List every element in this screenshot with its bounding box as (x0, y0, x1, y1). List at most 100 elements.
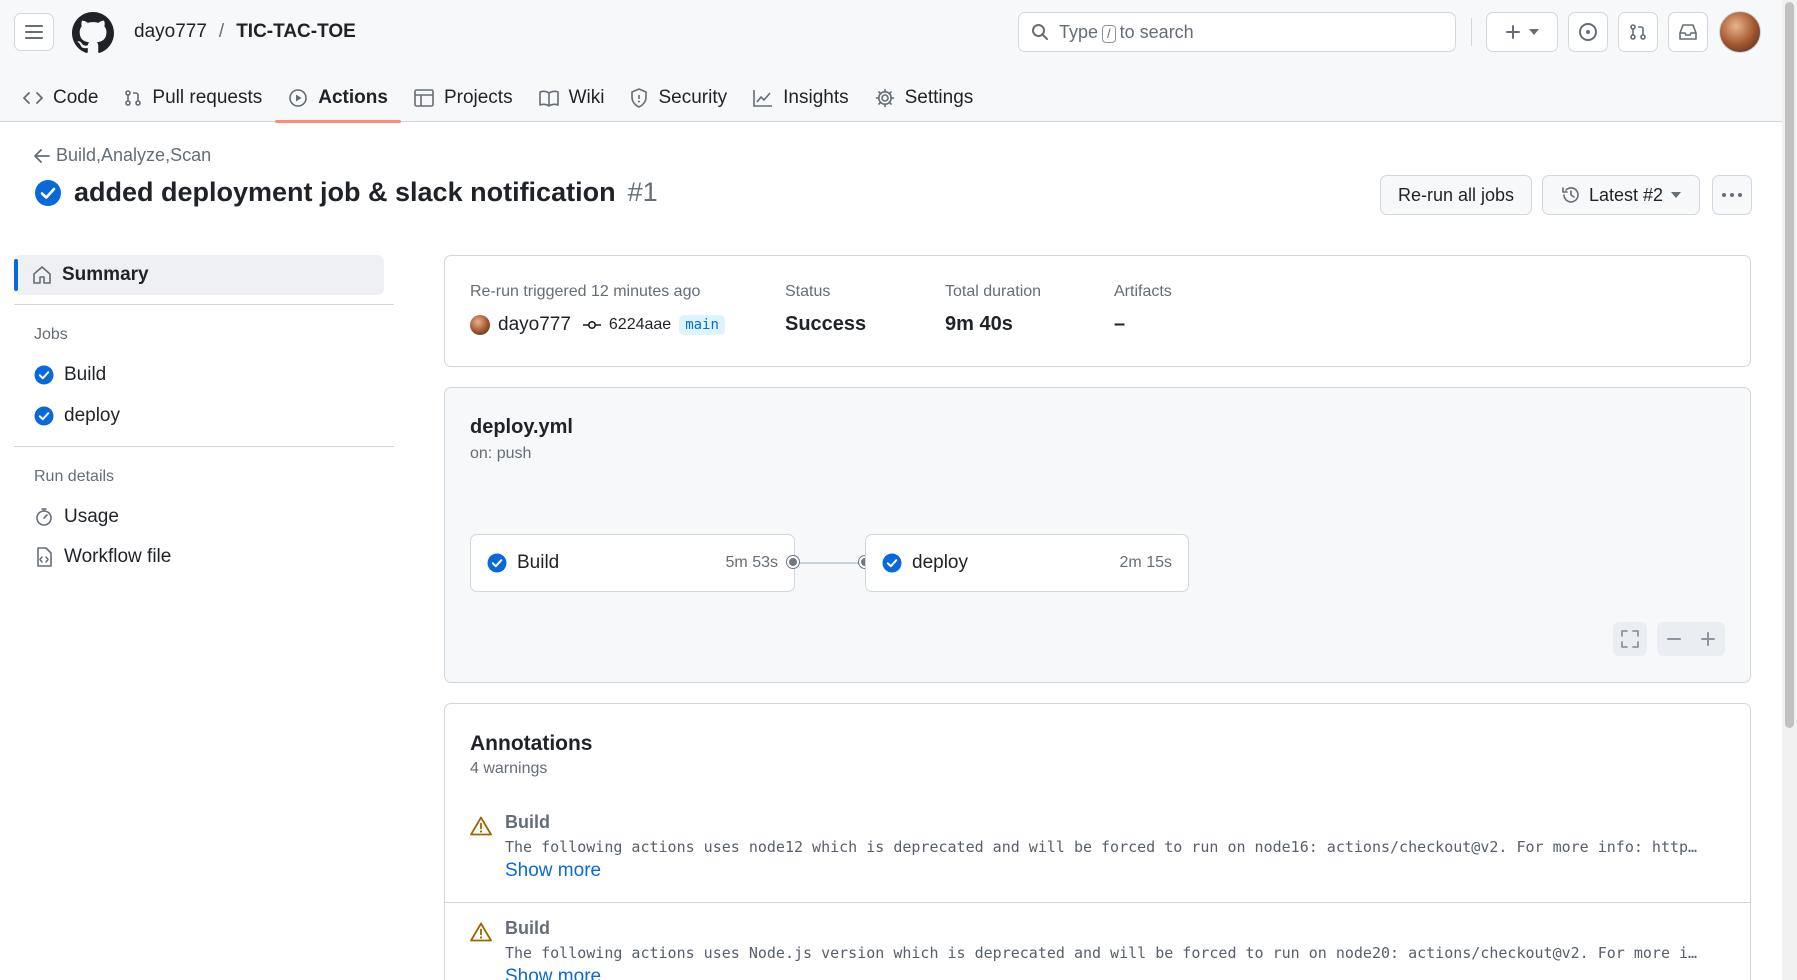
jobs-heading: Jobs (34, 326, 68, 343)
duration-label: Total duration (945, 283, 1042, 300)
job-duration: 5m 53s (725, 554, 778, 571)
screen-full-icon (1621, 630, 1639, 648)
zoom-out-icon[interactable] (1666, 631, 1682, 647)
zoom-in-icon[interactable] (1700, 631, 1716, 647)
annotation-job[interactable]: Build (505, 918, 550, 939)
arrow-left-icon (34, 148, 50, 163)
sidebar-item-job-build[interactable]: Build (34, 364, 106, 386)
job-name: deploy (912, 552, 968, 573)
menu-button[interactable] (14, 13, 54, 51)
artifacts-label: Artifacts (1114, 283, 1172, 300)
tab-actions[interactable]: Actions (275, 74, 401, 123)
actor-avatar[interactable] (470, 315, 490, 335)
sidebar-item-label: Workflow file (64, 546, 172, 567)
annotation-message: The following actions uses node12 which … (505, 838, 1700, 856)
repo-tabs: Code Pull requests Actions Projects Wiki… (0, 74, 987, 123)
alert-icon (470, 922, 492, 942)
connector-dot-start (787, 556, 799, 568)
tab-pull-requests[interactable]: Pull requests (111, 74, 275, 122)
job-node-deploy[interactable]: deploy 2m 15s (865, 534, 1189, 592)
sidebar-item-job-deploy[interactable]: deploy (34, 405, 120, 427)
repo-owner-link[interactable]: dayo777 (134, 21, 207, 43)
tab-security[interactable]: Security (617, 74, 740, 122)
inbox-button[interactable] (1668, 12, 1708, 52)
annotation-message: The following actions uses Node.js versi… (505, 944, 1700, 962)
run-details-heading: Run details (34, 468, 115, 485)
tab-code[interactable]: Code (0, 74, 111, 122)
sidebar-item-summary[interactable]: Summary (14, 255, 384, 295)
status-label: Status (785, 283, 831, 300)
check-circle-fill-icon (487, 553, 507, 573)
run-summary-card: Re-run triggered 12 minutes ago dayo777 … (444, 255, 1751, 367)
tab-label: Code (53, 87, 99, 108)
commit-sha-link[interactable]: 6224aae (609, 316, 671, 334)
repo-name-link[interactable]: TIC-TAC-TOE (236, 21, 356, 43)
kebab-horizontal-icon (1722, 193, 1742, 197)
book-icon (538, 90, 559, 107)
run-title: added deployment job & slack notificatio… (74, 177, 616, 207)
annotation-job[interactable]: Build (505, 812, 550, 833)
code-icon (23, 92, 43, 104)
fullscreen-button[interactable] (1613, 622, 1647, 656)
run-number: #1 (627, 177, 658, 207)
annotations-count: 4 warnings (470, 760, 548, 777)
show-more-link[interactable]: Show more (505, 966, 601, 980)
file-code-icon (37, 547, 52, 567)
check-circle-fill-icon (882, 553, 902, 573)
search-input[interactable]: Type / to search (1018, 12, 1456, 52)
create-new-button[interactable] (1486, 12, 1558, 52)
caret-down-icon (1671, 192, 1682, 198)
sidebar-item-usage[interactable]: Usage (34, 506, 119, 528)
tab-label: Settings (904, 87, 974, 108)
tab-insights[interactable]: Insights (740, 74, 861, 122)
alert-icon (470, 816, 492, 836)
tab-label: Wiki (568, 87, 605, 108)
search-shortcut-key: / (1102, 24, 1116, 43)
trigger-text: Re-run triggered 12 minutes ago (470, 283, 701, 300)
button-label: Latest #2 (1588, 184, 1664, 205)
sidebar-divider (14, 446, 394, 447)
zoom-controls (1657, 622, 1725, 656)
github-logo-icon[interactable] (72, 12, 114, 54)
history-icon (1562, 187, 1579, 203)
button-label: Re-run all jobs (1397, 184, 1515, 205)
user-avatar[interactable] (1719, 11, 1761, 53)
hamburger-icon (25, 25, 43, 39)
tab-label: Pull requests (152, 87, 263, 108)
tab-wiki[interactable]: Wiki (526, 74, 618, 122)
branch-badge[interactable]: main (679, 315, 725, 335)
repo-breadcrumb: dayo777 / TIC-TAC-TOE (134, 21, 356, 43)
shield-icon (631, 88, 648, 108)
attempt-select-button[interactable]: Latest #2 (1542, 175, 1700, 215)
sidebar-item-label: Usage (64, 506, 119, 527)
issue-opened-icon (1579, 23, 1597, 41)
check-circle-fill-icon (34, 365, 54, 385)
issues-button[interactable] (1568, 12, 1608, 52)
sidebar-divider (14, 304, 394, 305)
git-commit-icon (582, 320, 601, 330)
back-to-workflow-link[interactable]: Build,Analyze,Scan (34, 145, 211, 166)
graph-icon (753, 90, 773, 107)
workflow-file-name: deploy.yml (470, 416, 573, 438)
tab-projects[interactable]: Projects (401, 74, 526, 122)
sidebar-item-label: Summary (62, 264, 149, 285)
pull-requests-button[interactable] (1618, 12, 1658, 52)
scrollbar-thumb[interactable] (1785, 2, 1794, 728)
page-scrollbar[interactable] (1782, 0, 1797, 980)
tab-label: Actions (318, 87, 388, 108)
annotation-item: Build The following actions uses node12 … (470, 812, 1735, 892)
check-circle-fill-icon (35, 179, 61, 206)
stopwatch-icon (36, 508, 52, 526)
tab-settings[interactable]: Settings (862, 74, 987, 122)
header-divider (1471, 18, 1472, 46)
more-options-button[interactable] (1712, 175, 1752, 215)
status-value: Success (785, 313, 867, 335)
job-duration: 2m 15s (1119, 554, 1172, 571)
rerun-all-jobs-button[interactable]: Re-run all jobs (1380, 175, 1532, 215)
actor-link[interactable]: dayo777 (498, 314, 571, 336)
show-more-link[interactable]: Show more (505, 860, 601, 882)
job-node-build[interactable]: Build 5m 53s (470, 534, 795, 592)
job-connector (794, 562, 866, 564)
sidebar-item-workflow-file[interactable]: Workflow file (34, 546, 171, 568)
page-title: added deployment job & slack notificatio… (34, 177, 658, 208)
